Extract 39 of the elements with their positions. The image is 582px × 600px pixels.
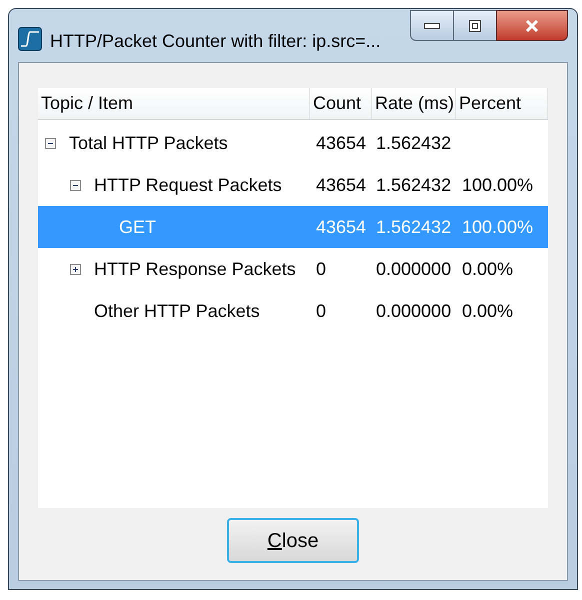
column-header[interactable]: Rate (ms) xyxy=(372,88,456,119)
minimize-icon xyxy=(424,22,440,28)
count-cell: 0 xyxy=(316,258,326,278)
app-icon xyxy=(18,27,42,51)
column-header[interactable]: Percent xyxy=(456,88,548,119)
close-window-button[interactable] xyxy=(496,10,568,41)
close-icon xyxy=(525,20,539,32)
tree-row[interactable]: HTTP Request Packets 43654 1.562432 100.00% xyxy=(38,164,548,206)
close-button[interactable]: Close xyxy=(227,518,359,563)
item-label: GET xyxy=(119,216,156,238)
rate-cell: 0.000000 xyxy=(376,300,452,320)
item-label: Total HTTP Packets xyxy=(69,132,228,154)
percent-cell: 0.00% xyxy=(462,258,514,278)
column-header[interactable]: Topic / Item xyxy=(38,88,310,119)
count-cell: 0 xyxy=(316,300,326,320)
tree-row[interactable]: Total HTTP Packets 43654 1.562432 xyxy=(38,122,548,164)
maximize-icon xyxy=(469,20,481,32)
rate-cell: 1.562432 xyxy=(376,174,452,194)
item-label: HTTP Request Packets xyxy=(94,174,282,197)
collapse-icon[interactable] xyxy=(45,138,56,148)
tree-row[interactable]: Other HTTP Packets 0 0.000000 0.00% xyxy=(38,290,548,332)
collapse-icon[interactable] xyxy=(70,180,81,190)
rate-cell: 1.562432 xyxy=(376,216,452,236)
count-cell: 43654 xyxy=(316,216,366,236)
rate-cell: 0.000000 xyxy=(376,258,452,278)
column-header[interactable]: Count xyxy=(310,88,372,119)
percent-cell: 100.00% xyxy=(462,174,534,194)
item-label: Other HTTP Packets xyxy=(94,300,260,322)
minimize-button[interactable] xyxy=(410,10,454,41)
maximize-button[interactable] xyxy=(454,10,496,41)
item-label: HTTP Response Packets xyxy=(94,258,296,281)
percent-cell: 100.00% xyxy=(462,216,534,236)
tree-row[interactable]: HTTP Response Packets 0 0.000000 0.00% xyxy=(38,248,548,290)
expand-icon[interactable] xyxy=(70,264,81,274)
percent-cell: 0.00% xyxy=(462,300,514,320)
count-cell: 43654 xyxy=(316,132,366,152)
rate-cell: 1.562432 xyxy=(376,132,452,152)
count-cell: 43654 xyxy=(316,174,366,194)
window-title: HTTP/Packet Counter with filter: ip.src=... xyxy=(50,30,381,53)
